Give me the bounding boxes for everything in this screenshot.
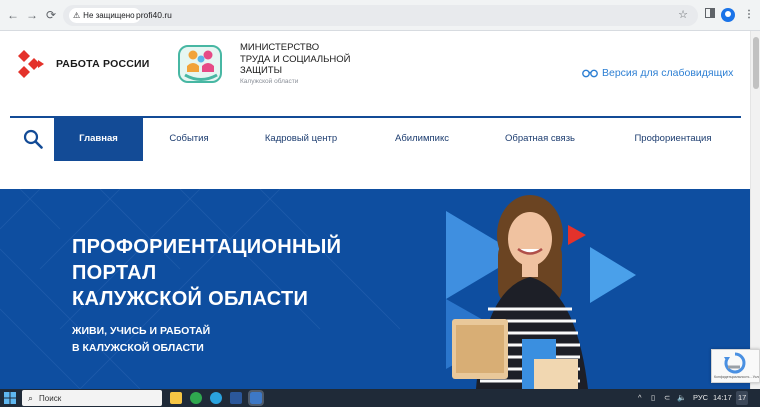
logo-text: РАБОТА РОССИИ — [56, 58, 150, 70]
warning-icon: ⚠ — [73, 11, 81, 20]
hero-subtitle: ЖИВИ, УЧИСЬ И РАБОТАЙ В КАЛУЖСКОЙ ОБЛАСТ… — [72, 323, 292, 357]
hero-subtitle-line-2: В КАЛУЖСКОЙ ОБЛАСТИ — [72, 342, 204, 354]
hero-banner: ПРОФОРИЕНТАЦИОННЫЙ ПОРТАЛ КАЛУЖСКОЙ ОБЛА… — [0, 189, 750, 389]
profile-avatar-icon[interactable] — [721, 8, 735, 22]
recaptcha-badge[interactable]: Конфиденциальность - Условия использован… — [711, 349, 760, 383]
tray-chevron-icon[interactable]: ^ — [638, 391, 642, 405]
main-menu: Главная События Кадровый центр Абилимпик… — [10, 117, 741, 161]
security-label: Не защищено — [83, 11, 135, 20]
search-icon: ⌕ — [28, 392, 34, 403]
security-chip[interactable]: ⚠ Не защищено — [69, 8, 141, 23]
scrollbar-thumb[interactable] — [753, 37, 759, 89]
search-icon[interactable] — [23, 129, 43, 149]
windows-taskbar: ⌕ Поиск ^ ▯ ⊂ 🔈 РУС 14:17 17 — [0, 389, 760, 407]
page-scrollbar[interactable] — [750, 31, 760, 389]
ministry-title[interactable]: МИНИСТЕРСТВО ТРУДА И СОЦИАЛЬНОЙ ЗАЩИТЫ К… — [240, 42, 380, 85]
page-viewport: РАБОТА РОССИИ МИНИСТЕРСТВО ТРУДА И СОЦИА… — [0, 31, 750, 389]
windows-start-icon[interactable] — [4, 392, 16, 404]
ministry-line-2: ТРУДА И СОЦИАЛЬНОЙ — [240, 53, 351, 65]
menu-item-home[interactable]: Главная — [54, 117, 143, 161]
back-icon[interactable]: ← — [6, 8, 20, 22]
ministry-line-3: ЗАЩИТЫ — [240, 65, 283, 76]
battery-icon[interactable]: ▯ — [651, 391, 655, 405]
taskbar-search-label: Поиск — [39, 393, 62, 403]
glasses-icon — [582, 69, 598, 78]
menu-item-abilympics[interactable]: Абилимпикс — [378, 117, 466, 161]
chrome-icon[interactable] — [190, 392, 202, 404]
forward-icon[interactable]: → — [25, 8, 39, 22]
more-menu-icon[interactable]: ⋮ — [744, 8, 754, 22]
network-icon[interactable]: ⊂ — [664, 391, 670, 405]
address-bar[interactable]: ⚠ Не защищено profi40.ru ☆ — [63, 5, 698, 26]
hero-title-line-2: ПОРТАЛ — [72, 262, 157, 284]
reload-icon[interactable]: ⟳ — [44, 8, 58, 22]
accessibility-link[interactable]: Версия для слабовидящих — [582, 67, 733, 79]
browser-toolbar: ← → ⟳ ⚠ Не защищено profi40.ru ☆ ⋮ — [0, 0, 760, 31]
side-panel-icon[interactable] — [705, 8, 715, 23]
recaptcha-text: Конфиденциальность - Условия использован… — [714, 375, 759, 379]
hero-title-line-1: ПРОФОРИЕНТАЦИОННЫЙ — [72, 236, 342, 258]
accessibility-label: Версия для слабовидящих — [602, 67, 734, 79]
hero-subtitle-line-1: ЖИВИ, УЧИСЬ И РАБОТАЙ — [72, 325, 211, 337]
file-explorer-icon[interactable] — [170, 392, 182, 404]
active-window-icon[interactable] — [248, 390, 264, 406]
volume-icon[interactable]: 🔈 — [677, 391, 686, 405]
menu-item-career-guidance[interactable]: Профориентация — [614, 117, 732, 161]
notifications-badge[interactable]: 17 — [736, 391, 749, 405]
ministry-line-1: МИНИСТЕРСТВО — [240, 42, 320, 53]
menu-item-feedback[interactable]: Обратная связь — [488, 117, 592, 161]
rabota-rossii-mark-icon — [18, 50, 44, 78]
telegram-icon[interactable] — [210, 392, 222, 404]
menu-item-hr-center[interactable]: Кадровый центр — [246, 117, 356, 161]
url-text[interactable]: profi40.ru — [136, 9, 172, 22]
ministry-region: Калужской области — [240, 77, 299, 85]
bookmark-star-icon[interactable]: ☆ — [678, 8, 688, 22]
taskbar-search-box[interactable]: ⌕ Поиск — [22, 390, 162, 406]
clock[interactable]: 14:17 — [713, 391, 732, 405]
ministry-emblem-icon[interactable] — [177, 42, 225, 86]
rabota-rossii-logo[interactable]: РАБОТА РОССИИ — [14, 46, 154, 82]
word-icon[interactable] — [230, 392, 242, 404]
language-indicator[interactable]: РУС — [693, 391, 708, 405]
hero-student-illustration — [446, 195, 636, 389]
hero-title: ПРОФОРИЕНТАЦИОННЫЙ ПОРТАЛ КАЛУЖСКОЙ ОБЛА… — [72, 234, 402, 312]
recaptcha-icon — [724, 352, 746, 374]
hero-title-line-3: КАЛУЖСКОЙ ОБЛАСТИ — [72, 288, 309, 310]
menu-item-events[interactable]: События — [153, 117, 225, 161]
